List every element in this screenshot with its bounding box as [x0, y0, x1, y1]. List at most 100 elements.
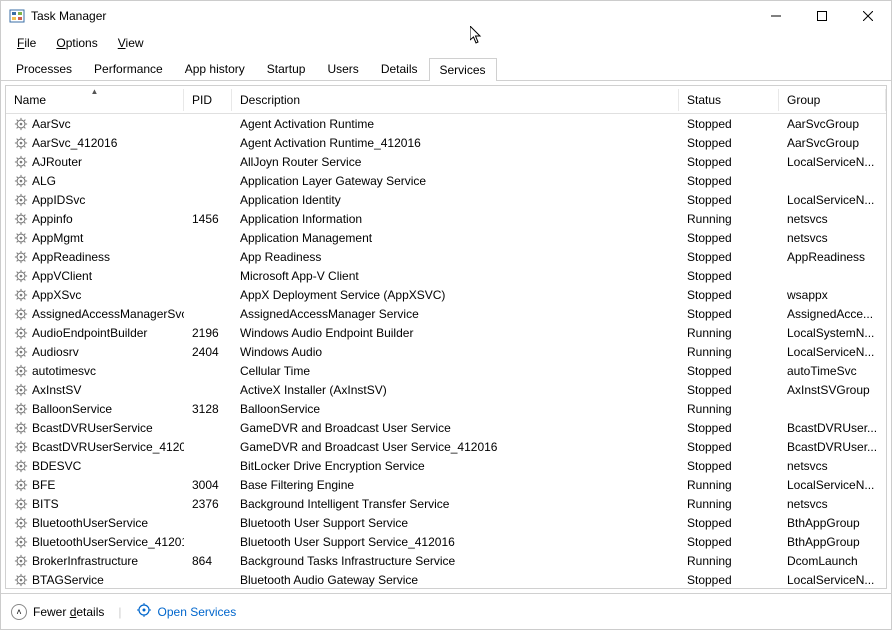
service-name-cell: BluetoothUserService [6, 516, 184, 530]
menu-view[interactable]: View [110, 34, 152, 52]
service-row[interactable]: BITS2376Background Intelligent Transfer … [6, 494, 886, 513]
service-name: AppReadiness [32, 250, 110, 264]
service-row[interactable]: AJRouterAllJoyn Router ServiceStoppedLoc… [6, 152, 886, 171]
service-desc-cell: Bluetooth User Support Service_412016 [232, 535, 679, 549]
open-services-link[interactable]: Open Services [136, 602, 237, 621]
service-row[interactable]: AssignedAccessManagerSvc AssignedAccessMa… [6, 304, 886, 323]
service-group-cell: DcomLaunch [779, 554, 886, 568]
service-name: AxInstSV [32, 383, 81, 397]
tab-performance[interactable]: Performance [83, 57, 174, 80]
services-list[interactable]: AarSvcAgent Activation RuntimeStoppedAar… [6, 114, 886, 588]
service-name: BalloonService [32, 402, 112, 416]
service-name-cell: Audiosrv [6, 345, 184, 359]
service-pid-cell: 2196 [184, 326, 232, 340]
service-status-cell: Stopped [679, 155, 779, 169]
service-row[interactable]: BcastDVRUserServiceGameDVR and Broadcast… [6, 418, 886, 437]
tab-details[interactable]: Details [370, 57, 429, 80]
service-status-cell: Stopped [679, 231, 779, 245]
gear-icon [14, 421, 28, 435]
service-row[interactable]: BrokerInfrastructure864Background Tasks … [6, 551, 886, 570]
tab-processes[interactable]: Processes [5, 57, 83, 80]
service-row[interactable]: AxInstSVActiveX Installer (AxInstSV)Stop… [6, 380, 886, 399]
service-row[interactable]: AarSvcAgent Activation RuntimeStoppedAar… [6, 114, 886, 133]
service-row[interactable]: BTAGServiceBluetooth Audio Gateway Servi… [6, 570, 886, 588]
service-row[interactable]: BcastDVRUserService_412016GameDVR and Br… [6, 437, 886, 456]
service-name: AppVClient [32, 269, 92, 283]
service-desc-cell: Bluetooth Audio Gateway Service [232, 573, 679, 587]
tab-users[interactable]: Users [316, 57, 369, 80]
service-row[interactable]: AppMgmtApplication ManagementStoppednets… [6, 228, 886, 247]
tab-startup[interactable]: Startup [256, 57, 317, 80]
service-name: AppXSvc [32, 288, 81, 302]
service-row[interactable]: BFE3004Base Filtering EngineRunningLocal… [6, 475, 886, 494]
maximize-button[interactable] [799, 1, 845, 31]
service-name-cell: AarSvc_412016 [6, 136, 184, 150]
gear-icon [14, 459, 28, 473]
service-status-cell: Stopped [679, 535, 779, 549]
service-row[interactable]: Appinfo1456Application InformationRunnin… [6, 209, 886, 228]
service-desc-cell: AssignedAccessManager Service [232, 307, 679, 321]
titlebar: Task Manager [1, 1, 891, 31]
service-row[interactable]: AppXSvcAppX Deployment Service (AppXSVC)… [6, 285, 886, 304]
service-name-cell: BcastDVRUserService [6, 421, 184, 435]
gear-icon [14, 288, 28, 302]
gear-icon [14, 402, 28, 416]
service-group-cell: LocalServiceN... [779, 573, 886, 587]
service-desc-cell: Agent Activation Runtime [232, 117, 679, 131]
column-header-status[interactable]: Status [679, 89, 779, 111]
service-row[interactable]: BalloonService3128BalloonServiceRunning [6, 399, 886, 418]
menu-file[interactable]: File [9, 34, 44, 52]
service-name: autotimesvc [32, 364, 96, 378]
service-name: Appinfo [32, 212, 73, 226]
minimize-button[interactable] [753, 1, 799, 31]
gear-icon [14, 554, 28, 568]
app-icon [9, 8, 25, 24]
menubar: FileOptions View [1, 31, 891, 55]
service-desc-cell: AllJoyn Router Service [232, 155, 679, 169]
service-name-cell: BITS [6, 497, 184, 511]
fewer-details-button[interactable]: ˄ Fewer details [11, 604, 104, 620]
column-headers: ▲ Name PID Description Status Group [6, 86, 886, 114]
gear-icon [14, 497, 28, 511]
service-row[interactable]: AppIDSvcApplication IdentityStoppedLocal… [6, 190, 886, 209]
tab-app-history[interactable]: App history [174, 57, 256, 80]
service-row[interactable]: Audiosrv2404Windows AudioRunningLocalSer… [6, 342, 886, 361]
service-row[interactable]: BluetoothUserService Bluetooth User Suppo… [6, 513, 886, 532]
service-row[interactable]: autotimesvcCellular TimeStoppedautoTimeS… [6, 361, 886, 380]
gear-icon [14, 345, 28, 359]
service-name-cell: AssignedAccessManagerSvc [6, 307, 184, 321]
service-status-cell: Running [679, 554, 779, 568]
gear-icon [14, 155, 28, 169]
service-row[interactable]: AppVClientMicrosoft App-V ClientStopped [6, 266, 886, 285]
service-desc-cell: Background Tasks Infrastructure Service [232, 554, 679, 568]
service-group-cell: BthAppGroup [779, 516, 886, 530]
tab-services[interactable]: Services [429, 58, 497, 81]
separator: | [118, 605, 121, 619]
service-name-cell: ALG [6, 174, 184, 188]
service-group-cell: BcastDVRUser... [779, 421, 886, 435]
service-name-cell: AJRouter [6, 155, 184, 169]
service-name: AppMgmt [32, 231, 83, 245]
service-name-cell: BFE [6, 478, 184, 492]
service-name: BrokerInfrastructure [32, 554, 138, 568]
service-desc-cell: Bluetooth User Support Service [232, 516, 679, 530]
service-row[interactable]: AppReadinessApp ReadinessStoppedAppReadi… [6, 247, 886, 266]
service-desc-cell: Base Filtering Engine [232, 478, 679, 492]
menu-options[interactable]: Options [48, 34, 105, 52]
service-name-cell: BDESVC [6, 459, 184, 473]
close-button[interactable] [845, 1, 891, 31]
column-header-pid[interactable]: PID [184, 89, 232, 111]
service-status-cell: Stopped [679, 307, 779, 321]
service-row[interactable]: AarSvc_412016Agent Activation Runtime_41… [6, 133, 886, 152]
column-header-description[interactable]: Description [232, 89, 679, 111]
service-row[interactable]: BDESVCBitLocker Drive Encryption Service… [6, 456, 886, 475]
column-header-group[interactable]: Group [779, 89, 886, 111]
service-row[interactable]: ALGApplication Layer Gateway ServiceStop… [6, 171, 886, 190]
service-row[interactable]: BluetoothUserService_412016Bluetooth Use… [6, 532, 886, 551]
service-status-cell: Stopped [679, 383, 779, 397]
service-row[interactable]: AudioEndpointBuilder2196Windows Audio En… [6, 323, 886, 342]
service-status-cell: Stopped [679, 193, 779, 207]
gear-icon [14, 307, 28, 321]
service-name: BcastDVRUserService_412016 [32, 440, 184, 454]
column-header-name[interactable]: ▲ Name [6, 89, 184, 111]
